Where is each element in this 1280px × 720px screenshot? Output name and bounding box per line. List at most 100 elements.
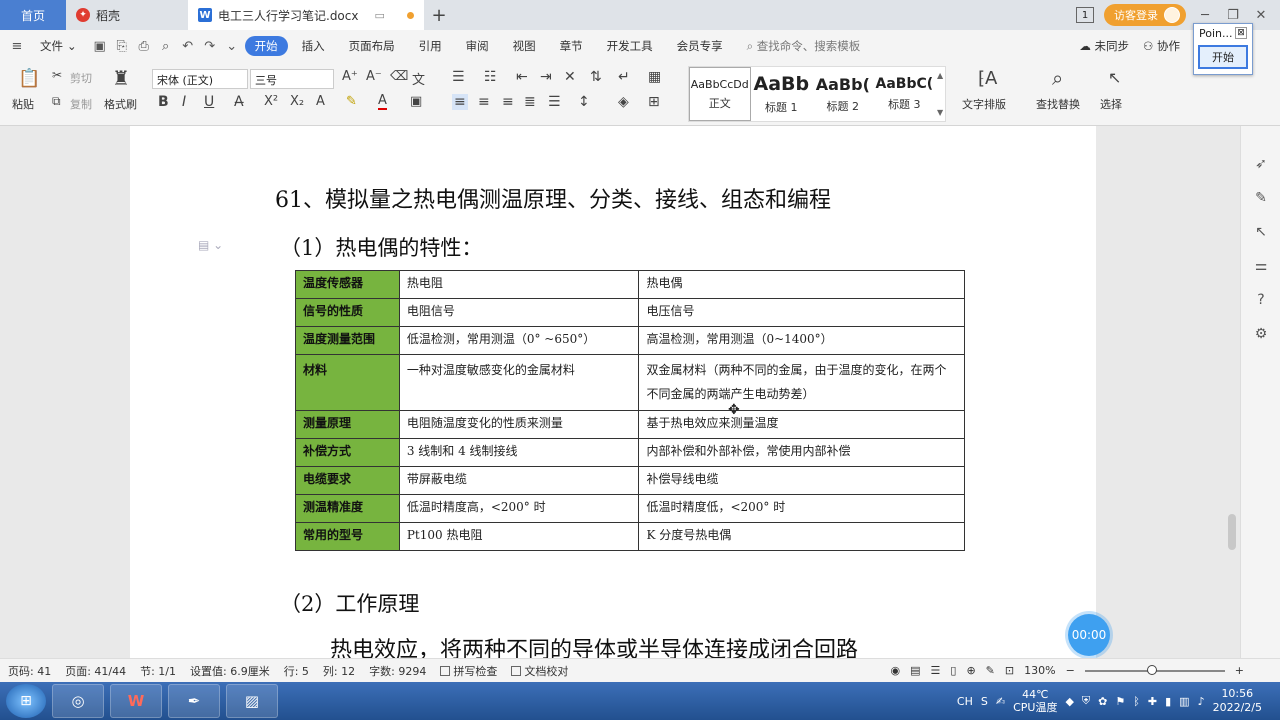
windows-start-icon[interactable]: ⊞ bbox=[6, 684, 46, 718]
table-rtd-cell[interactable]: 3 线制和 4 线制接线 bbox=[398, 438, 640, 467]
export-pdf-icon[interactable]: ⎘ bbox=[113, 37, 131, 55]
help-icon[interactable]: ? bbox=[1252, 292, 1270, 310]
style-heading-2[interactable]: AaBb( 标题 2 bbox=[812, 67, 874, 121]
write-view-icon[interactable]: ✎ bbox=[986, 664, 995, 677]
table-key-cell[interactable]: 常用的型号 bbox=[295, 522, 400, 551]
increase-indent-icon[interactable]: ⇥ bbox=[540, 69, 552, 85]
select-button[interactable]: 选择 bbox=[1100, 96, 1122, 112]
spell-check-toggle[interactable]: 拼写检查 bbox=[440, 663, 497, 679]
pin-icon[interactable]: ▭ bbox=[374, 9, 384, 22]
tab-docer[interactable]: ✦ 稻壳 bbox=[66, 0, 188, 30]
menu-tab-developer[interactable]: 开发工具 bbox=[597, 38, 663, 54]
table-rtd-cell[interactable]: 低温检测，常用测温（0° ~650°） bbox=[398, 326, 640, 355]
minimize-icon[interactable]: ─ bbox=[1196, 8, 1214, 23]
tab-home[interactable]: 首页 bbox=[0, 0, 66, 30]
styles-scroll-down-icon[interactable]: ▼ bbox=[937, 108, 943, 117]
align-left-icon[interactable]: ≡ bbox=[452, 94, 468, 110]
shrink-font-icon[interactable]: A⁻ bbox=[366, 69, 382, 84]
cut-button[interactable]: 剪切 bbox=[70, 70, 92, 86]
tray-security-icon[interactable]: ✚ bbox=[1148, 695, 1157, 708]
tray-flag-icon[interactable]: ⚑ bbox=[1115, 695, 1125, 708]
close-icon[interactable]: ✕ bbox=[1252, 8, 1270, 23]
bold-icon[interactable]: B bbox=[158, 94, 169, 110]
print-icon[interactable]: ⎙ bbox=[135, 37, 153, 55]
document-page[interactable]: 61、模拟量之热电偶测温原理、分类、接线、组态和编程 ▤ ⌄ （1）热电偶的特性… bbox=[130, 126, 1096, 658]
table-key-cell[interactable]: 补偿方式 bbox=[295, 438, 400, 467]
italic-icon[interactable]: I bbox=[182, 94, 186, 110]
pen-icon[interactable]: ✎ bbox=[1252, 190, 1270, 208]
pointer-icon[interactable]: ↖ bbox=[1252, 224, 1270, 242]
taskbar-paint-icon[interactable]: ▨ bbox=[226, 684, 278, 718]
shading-icon[interactable]: ◈ bbox=[618, 94, 629, 110]
strikethrough-icon[interactable]: A̶ bbox=[234, 94, 244, 110]
menu-tab-insert[interactable]: 插入 bbox=[292, 38, 335, 54]
table-tc-cell[interactable]: 高温检测，常用测温（0~1400°） bbox=[638, 326, 965, 355]
status-page-code[interactable]: 页码: 41 bbox=[8, 663, 51, 679]
table-rtd-cell[interactable]: 一种对温度敏感变化的金属材料 bbox=[398, 354, 640, 411]
tray-network-icon[interactable]: ▥ bbox=[1179, 695, 1189, 708]
tray-flower-icon[interactable]: ✿ bbox=[1098, 695, 1107, 708]
tray-tool-icon[interactable]: ✍ bbox=[996, 695, 1005, 708]
highlight-icon[interactable]: ✎ bbox=[346, 94, 357, 109]
text-effect-icon[interactable]: A bbox=[316, 94, 325, 109]
select-cursor-icon[interactable]: ↖ bbox=[1108, 68, 1121, 87]
menu-tab-review[interactable]: 审阅 bbox=[456, 38, 499, 54]
save-icon[interactable]: ▣ bbox=[91, 37, 109, 55]
reading-view-icon[interactable]: ▯ bbox=[950, 664, 956, 677]
table-rtd-cell[interactable]: 热电阻 bbox=[398, 270, 640, 299]
table-key-cell[interactable]: 信号的性质 bbox=[295, 298, 400, 327]
zoom-in-icon[interactable]: + bbox=[1235, 664, 1244, 677]
page-view-icon[interactable]: ▤ bbox=[910, 664, 920, 677]
taskbar-browser-icon[interactable]: ◎ bbox=[52, 684, 104, 718]
system-clock[interactable]: 10:56 2022/2/5 bbox=[1213, 687, 1262, 715]
format-painter-icon[interactable]: ♜ bbox=[112, 66, 130, 90]
taskbar-wps-icon[interactable]: W bbox=[110, 684, 162, 718]
font-family-select[interactable]: 宋体 (正文) bbox=[152, 69, 248, 89]
table-rtd-cell[interactable]: 低温时精度高，<200° 时 bbox=[398, 494, 640, 523]
table-key-cell[interactable]: 温度传感器 bbox=[295, 270, 400, 299]
show-marks-icon[interactable]: ↵ bbox=[618, 69, 630, 85]
rocket-icon[interactable]: ➶ bbox=[1252, 156, 1270, 174]
redo-icon[interactable]: ↷ bbox=[201, 37, 219, 55]
table-tc-cell[interactable]: 基于热电效应来测量温度 bbox=[638, 410, 965, 439]
borders-icon[interactable]: ⊞ bbox=[648, 94, 660, 110]
ime-indicator[interactable]: CH bbox=[957, 695, 973, 708]
tray-bluetooth-icon[interactable]: ᛒ bbox=[1133, 695, 1140, 708]
table-tc-cell[interactable]: 补偿导线电缆 bbox=[638, 466, 965, 495]
copy-icon[interactable]: ⧉ bbox=[52, 94, 61, 109]
command-search[interactable]: ⌕ 查找命令、搜索模板 bbox=[747, 38, 861, 54]
justify-icon[interactable]: ≣ bbox=[524, 94, 536, 110]
paste-button[interactable]: 粘贴 bbox=[12, 96, 34, 112]
window-count-badge[interactable]: 1 bbox=[1076, 7, 1094, 23]
doc-proof-toggle[interactable]: 文档校对 bbox=[511, 663, 568, 679]
status-words[interactable]: 字数: 9294 bbox=[369, 663, 426, 679]
phonetic-guide-icon[interactable]: 文 bbox=[412, 69, 425, 88]
numbered-list-icon[interactable]: ☷ bbox=[484, 69, 497, 85]
style-heading-3[interactable]: AaBbC( 标题 3 bbox=[874, 67, 936, 121]
underline-icon[interactable]: U bbox=[204, 94, 214, 110]
table-rtd-cell[interactable]: 带屏蔽电缆 bbox=[398, 466, 640, 495]
table-key-cell[interactable]: 测量原理 bbox=[295, 410, 400, 439]
sogou-input-icon[interactable]: S bbox=[981, 695, 988, 708]
table-tc-cell[interactable]: 电压信号 bbox=[638, 298, 965, 327]
status-pages[interactable]: 页面: 41/44 bbox=[65, 663, 126, 679]
fit-page-icon[interactable]: ⊡ bbox=[1005, 664, 1014, 677]
table-key-cell[interactable]: 材料 bbox=[295, 354, 400, 411]
visitor-login-button[interactable]: 访客登录 bbox=[1104, 4, 1186, 26]
table-rtd-cell[interactable]: Pt100 热电阻 bbox=[398, 522, 640, 551]
image-settings-icon[interactable]: ⚙ bbox=[1252, 326, 1270, 344]
font-color-icon[interactable]: A bbox=[378, 94, 387, 110]
table-tc-cell[interactable]: 内部补偿和外部补偿，常使用内部补偿 bbox=[638, 438, 965, 467]
undo-icon[interactable]: ↶ bbox=[179, 37, 197, 55]
zoom-slider[interactable] bbox=[1084, 664, 1225, 675]
font-size-select[interactable]: 三号 bbox=[250, 69, 334, 89]
text-layout-button[interactable]: 文字排版 bbox=[962, 96, 1006, 112]
zoom-level[interactable]: 130% bbox=[1024, 664, 1055, 677]
collaborate-button[interactable]: ⚇ 协作 bbox=[1143, 38, 1180, 54]
menu-tab-member[interactable]: 会员专享 bbox=[667, 38, 733, 54]
superscript-icon[interactable]: X² bbox=[264, 94, 278, 109]
zoom-out-icon[interactable]: − bbox=[1066, 664, 1075, 677]
table-key-cell[interactable]: 电缆要求 bbox=[295, 466, 400, 495]
tray-volume-icon[interactable]: ♪ bbox=[1198, 695, 1205, 708]
line-spacing-icon[interactable]: ↕ bbox=[578, 94, 590, 110]
